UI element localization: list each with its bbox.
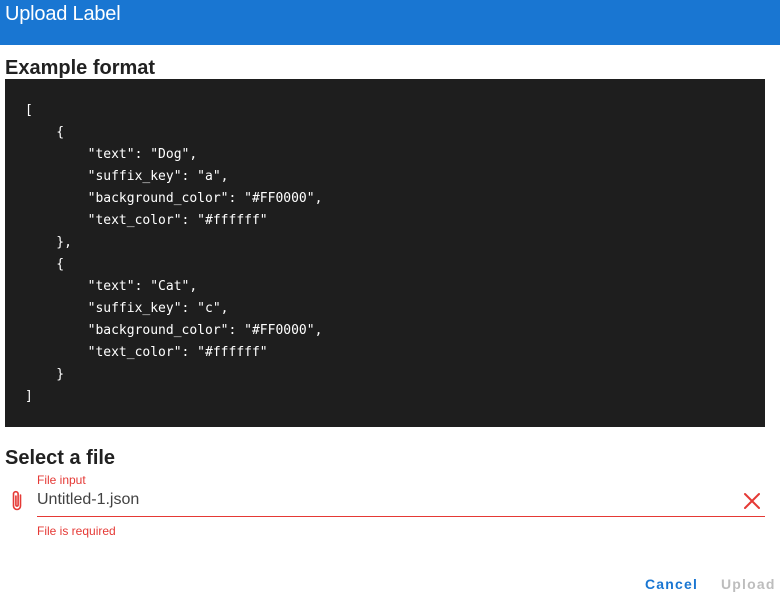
paperclip-icon[interactable] — [9, 489, 25, 513]
file-input-error: File is required — [37, 524, 116, 538]
cancel-button[interactable]: Cancel — [645, 574, 698, 594]
dialog-title: Upload Label — [5, 3, 121, 25]
file-input-label: File input — [37, 473, 86, 487]
example-format-heading: Example format — [5, 57, 156, 79]
upload-label-dialog: Upload Label Example format [ { "text": … — [0, 0, 782, 602]
close-icon[interactable] — [742, 491, 762, 511]
file-input-field[interactable]: File input File is required — [5, 470, 767, 540]
select-file-heading: Select a file — [5, 447, 116, 469]
file-input-underline — [37, 516, 765, 517]
example-code: [ { "text": "Dog", "suffix_key": "a", "b… — [25, 103, 323, 404]
file-input[interactable] — [37, 490, 727, 510]
dialog-titlebar: Upload Label — [0, 0, 780, 45]
example-code-block: [ { "text": "Dog", "suffix_key": "a", "b… — [5, 79, 765, 427]
upload-button[interactable]: Upload — [721, 574, 776, 594]
